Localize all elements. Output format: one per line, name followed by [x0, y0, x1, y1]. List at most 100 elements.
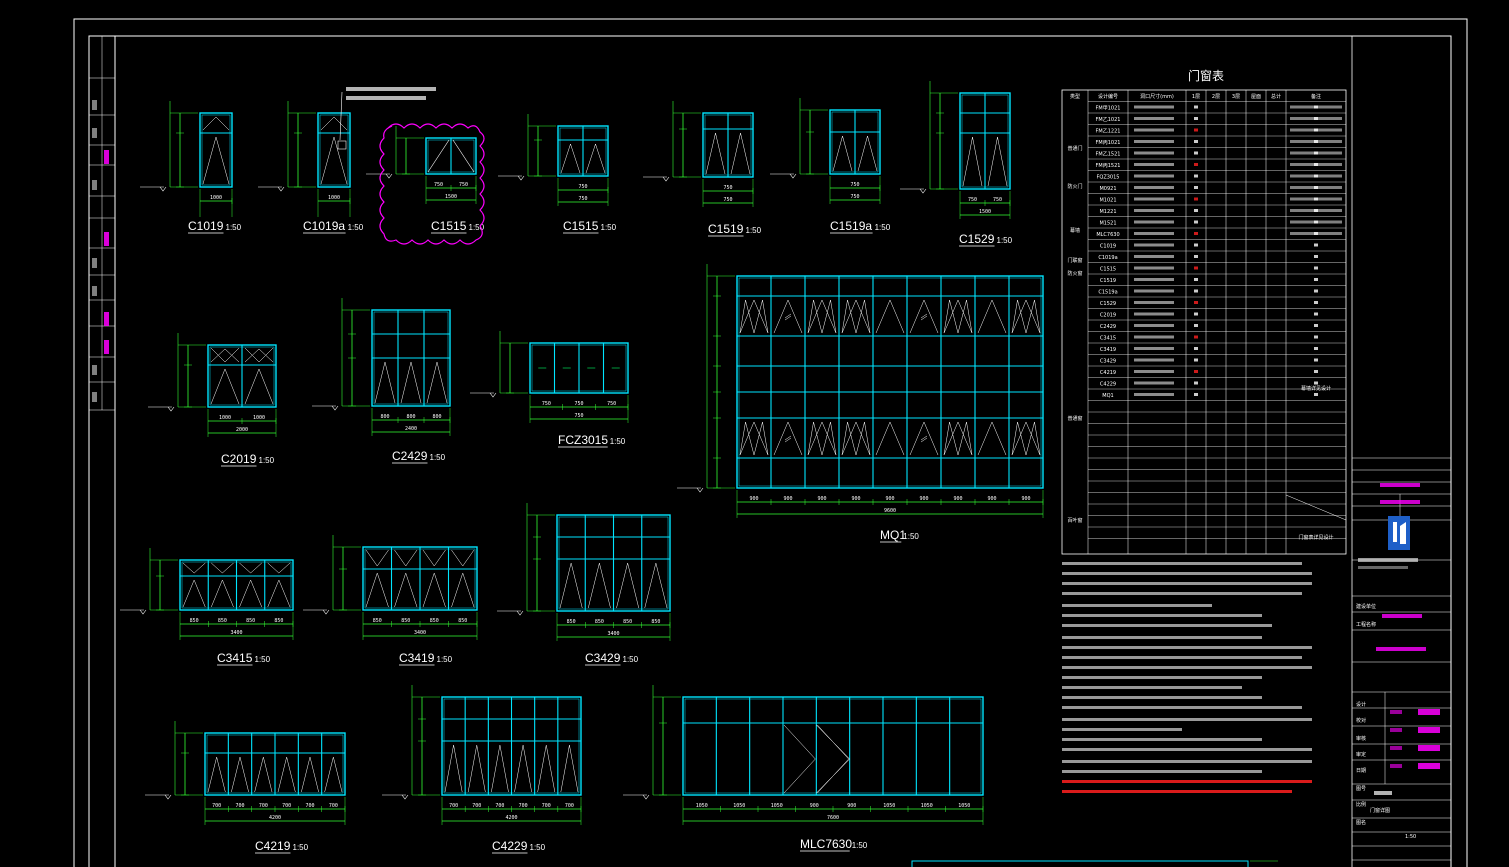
title-block-scale: 1:50 — [1405, 834, 1416, 840]
opening-mark — [467, 744, 486, 793]
opening-mark — [207, 756, 226, 793]
dim-text: 2000 — [236, 427, 248, 433]
opening-mark — [943, 299, 973, 334]
note-line — [1062, 728, 1182, 731]
dim-text: 750 — [574, 413, 583, 419]
glass-mark — [784, 313, 792, 319]
opening-mark — [807, 299, 837, 334]
table-category: 防火门 — [1067, 183, 1082, 190]
dim-text: 750 — [578, 184, 587, 190]
dim-text: 750 — [542, 401, 551, 407]
table-size-cell — [1134, 197, 1174, 201]
dim-text: 800 — [432, 414, 441, 420]
table-remark — [1290, 220, 1342, 224]
table-remark — [1290, 128, 1342, 132]
table-code: C4219 — [1100, 370, 1116, 376]
level-symbol — [696, 487, 704, 493]
stamp-signature — [104, 340, 109, 354]
table-category: 普通门 — [1067, 145, 1082, 152]
note-line — [1062, 686, 1242, 689]
table-count — [1194, 393, 1198, 396]
project-code — [1380, 483, 1420, 487]
dim-text: 900 — [783, 496, 792, 502]
table-count — [1194, 117, 1198, 120]
note-line — [1062, 592, 1302, 595]
table-code: FM丙1021 — [1096, 140, 1121, 146]
title-block-label: 设计 — [1356, 701, 1366, 708]
opening-mark — [977, 421, 1007, 456]
opening-mark — [210, 348, 240, 363]
table-code: FM乙1021 — [1096, 116, 1121, 123]
opening-mark — [444, 744, 463, 793]
table-code: C3415 — [1100, 336, 1116, 342]
dim-text: 700 — [329, 803, 338, 809]
opening-mark — [1011, 299, 1041, 334]
table-size-cell — [1134, 105, 1174, 109]
table-size-cell — [1134, 174, 1174, 178]
dim-text: 900 — [847, 803, 856, 809]
partial-elevation — [911, 860, 1249, 867]
table-code: C1019a — [1098, 255, 1117, 261]
opening-mark — [374, 361, 396, 404]
signature — [1418, 763, 1440, 769]
opening-mark — [730, 132, 751, 175]
dim-text: 2400 — [405, 426, 417, 432]
designer-name — [1390, 764, 1402, 768]
window-c1515: 750 750 C1515 1:50 — [498, 114, 617, 234]
opening-mark — [909, 299, 939, 334]
opening-mark — [585, 143, 606, 174]
dim-text: 700 — [565, 803, 574, 809]
dim-text: 850 — [218, 618, 227, 624]
table-remark — [1290, 209, 1342, 212]
opening-mark — [559, 562, 583, 609]
window-scale: 1:50 — [746, 226, 762, 235]
dim-text: 1000 — [253, 415, 265, 421]
window-label: C1019 — [188, 219, 224, 233]
table-total — [1314, 301, 1318, 304]
opening-mark — [231, 756, 249, 793]
stamp-label — [92, 180, 97, 190]
dim-text: 850 — [623, 619, 632, 625]
window-label: MLC7630 — [800, 837, 852, 851]
dim-text: 850 — [373, 618, 382, 624]
dim-text: 700 — [212, 803, 221, 809]
table-code: FM甲1021 — [1096, 106, 1121, 112]
table-total — [1314, 266, 1318, 270]
table-code: C3419 — [1100, 347, 1116, 353]
table-frame — [1061, 89, 1347, 555]
dim-text: 700 — [259, 803, 268, 809]
dim-text: 3400 — [230, 630, 242, 636]
opening-mark — [841, 421, 871, 456]
table-header: 类型 — [1070, 93, 1080, 100]
table-count — [1194, 232, 1198, 235]
dim-text: 9600 — [884, 508, 896, 514]
title-block-label: 日期 — [1356, 768, 1366, 774]
dim-text: 700 — [495, 803, 504, 809]
level-symbol — [517, 175, 525, 181]
window-c2429: 800 800 800 2400 C2429 1:50 — [312, 298, 451, 464]
window-inner-frame — [684, 698, 982, 794]
note-line — [1062, 718, 1312, 721]
table-size-cell — [1134, 370, 1174, 373]
table-code: C4229 — [1100, 382, 1116, 388]
table-total — [1314, 312, 1318, 316]
table-code: MQ1 — [1102, 393, 1113, 399]
table-size-cell — [1134, 151, 1174, 155]
window-mlc7630: 1050 1050 1050 900 900 1050 1050 1050 7600 MLC763… — [623, 685, 984, 852]
title-block-label: 图号 — [1356, 786, 1366, 792]
dim-text: 4200 — [505, 815, 517, 821]
table-size-cell — [1134, 358, 1174, 362]
window-label: C2019 — [221, 452, 257, 466]
dim-text: 750 — [607, 401, 616, 407]
level-symbol — [277, 186, 285, 192]
opening-mark — [875, 299, 905, 334]
table-code: FM乙1521 — [1096, 151, 1121, 158]
glass-mark — [784, 315, 792, 321]
note-line — [1062, 656, 1302, 659]
opening-mark — [832, 135, 853, 172]
window-scale: 1:50 — [437, 655, 453, 664]
window-frame — [736, 275, 1044, 489]
dim-text: 750 — [578, 196, 587, 202]
opening-mark — [239, 579, 262, 608]
opening-mark — [301, 756, 319, 793]
